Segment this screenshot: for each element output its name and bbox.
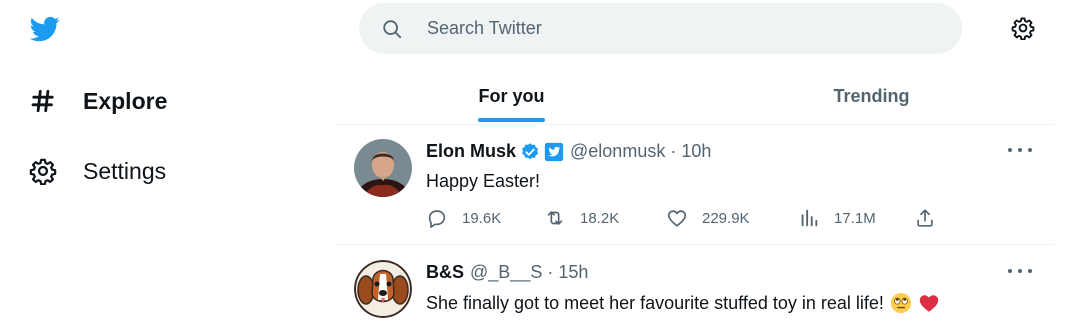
sidebar-item-label: Settings bbox=[83, 157, 167, 184]
share-icon bbox=[917, 209, 933, 227]
hashtag-icon bbox=[28, 86, 58, 116]
analytics-icon bbox=[801, 209, 818, 227]
tweet-time[interactable]: 10h bbox=[681, 141, 711, 162]
search-icon bbox=[383, 19, 402, 38]
sidebar-item-label: Explore bbox=[83, 87, 168, 114]
retweet-count: 18.2K bbox=[580, 209, 620, 227]
search-input[interactable] bbox=[427, 18, 907, 39]
share-button[interactable] bbox=[914, 207, 936, 229]
tweet[interactable]: Elon Musk @elonmusk · 10h Happy Easter! … bbox=[336, 125, 1054, 245]
gear-icon bbox=[28, 156, 58, 186]
separator: · bbox=[547, 262, 554, 282]
tweet-actions: 19.6K 18.2K 229.9K 17.1M bbox=[426, 207, 946, 229]
reply-button[interactable]: 19.6K bbox=[426, 207, 501, 229]
rolling-eyes-emoji-icon bbox=[890, 292, 912, 314]
retweet-button[interactable]: 18.2K bbox=[544, 207, 619, 229]
twitter-bird-icon[interactable] bbox=[28, 14, 62, 44]
tweet-text-content: Happy Easter! bbox=[426, 171, 541, 191]
tweet-time[interactable]: 15h bbox=[558, 262, 588, 283]
tweet-handle[interactable]: @_B__S bbox=[470, 262, 542, 283]
red-heart-emoji-icon bbox=[919, 295, 939, 312]
reply-icon bbox=[428, 210, 446, 228]
tweet[interactable]: B&S @_B__S · 15h She finally got to meet… bbox=[336, 246, 1054, 324]
view-count: 17.1M bbox=[834, 209, 876, 227]
tab-trending[interactable]: Trending bbox=[800, 70, 943, 122]
separator: · bbox=[670, 141, 677, 161]
sidebar-item-settings[interactable]: Settings bbox=[28, 151, 166, 191]
tweet-author-name[interactable]: Elon Musk bbox=[426, 141, 516, 162]
heart-icon bbox=[667, 210, 687, 227]
views-button[interactable]: 17.1M bbox=[798, 207, 876, 229]
active-tab-indicator bbox=[478, 118, 545, 122]
search-bar[interactable] bbox=[359, 3, 962, 54]
avatar[interactable] bbox=[354, 260, 412, 318]
retweet-icon bbox=[547, 211, 563, 225]
avatar[interactable] bbox=[354, 139, 412, 197]
sidebar-item-explore[interactable]: Explore bbox=[28, 81, 167, 121]
like-button[interactable]: 229.9K bbox=[666, 207, 750, 229]
gear-icon[interactable] bbox=[1011, 16, 1035, 40]
tweet-text: Happy Easter! bbox=[426, 171, 540, 192]
reply-count: 19.6K bbox=[462, 209, 502, 227]
more-options-icon[interactable] bbox=[1008, 264, 1032, 278]
like-count: 229.9K bbox=[702, 209, 750, 227]
tweet-author-name[interactable]: B&S bbox=[426, 262, 464, 283]
twitter-affiliate-icon bbox=[544, 142, 564, 161]
tab-for-you[interactable]: For you bbox=[440, 70, 583, 122]
tweet-text: She finally got to meet her favourite st… bbox=[426, 292, 940, 314]
tweet-handle[interactable]: @elonmusk bbox=[570, 141, 665, 162]
tweet-text-content: She finally got to meet her favourite st… bbox=[426, 292, 884, 313]
more-options-icon[interactable] bbox=[1008, 143, 1032, 157]
verified-badge-icon bbox=[522, 142, 539, 159]
